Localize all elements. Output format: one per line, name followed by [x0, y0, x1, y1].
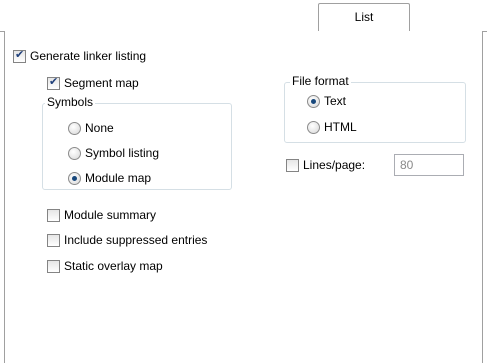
checkbox-box[interactable]: [47, 259, 60, 273]
tab-list[interactable]: List: [318, 3, 410, 32]
checkbox-box[interactable]: [47, 208, 60, 222]
radio-circle[interactable]: [68, 171, 81, 185]
include-suppressed-entries-label: Include suppressed entries: [64, 233, 208, 247]
file-format-radio-html-label: HTML: [324, 120, 357, 134]
checkbox-box[interactable]: [286, 158, 299, 172]
file-format-radio-text[interactable]: Text: [307, 93, 346, 109]
segment-map-label: Segment map: [64, 76, 139, 90]
static-overlay-map-checkbox[interactable]: Static overlay map: [47, 258, 163, 274]
radio-circle[interactable]: [307, 94, 320, 108]
radio-circle[interactable]: [307, 120, 320, 134]
generate-linker-listing-label: Generate linker listing: [30, 49, 147, 63]
module-summary-label: Module summary: [64, 208, 157, 222]
symbols-radio-symbol-listing-label: Symbol listing: [85, 146, 160, 160]
tab-list-label: List: [354, 10, 374, 24]
module-summary-checkbox[interactable]: Module summary: [47, 207, 156, 223]
static-overlay-map-label: Static overlay map: [64, 259, 163, 273]
symbols-radio-none[interactable]: None: [68, 120, 114, 136]
checkbox-box[interactable]: [47, 233, 60, 247]
file-format-group-title: File format: [290, 74, 351, 88]
checkbox-box[interactable]: [47, 75, 60, 90]
symbols-group-title: Symbols: [45, 95, 96, 109]
radio-circle[interactable]: [68, 121, 81, 135]
file-format-radio-html[interactable]: HTML: [307, 119, 357, 135]
segment-map-checkbox[interactable]: Segment map: [47, 75, 139, 91]
generate-linker-listing-checkbox[interactable]: Generate linker listing: [13, 48, 146, 64]
symbols-radio-module-map-label: Module map: [85, 171, 152, 185]
checkbox-box[interactable]: [13, 48, 26, 63]
symbols-radio-module-map[interactable]: Module map: [68, 170, 151, 186]
lines-per-page-input[interactable]: 80: [394, 154, 464, 176]
symbols-radio-symbol-listing[interactable]: Symbol listing: [68, 145, 159, 161]
file-format-radio-text-label: Text: [324, 94, 347, 108]
symbols-radio-none-label: None: [85, 121, 114, 135]
lines-per-page-label: Lines/page:: [303, 158, 366, 172]
lines-per-page-checkbox[interactable]: Lines/page:: [286, 157, 365, 173]
radio-circle[interactable]: [68, 146, 81, 160]
include-suppressed-entries-checkbox[interactable]: Include suppressed entries: [47, 232, 207, 248]
